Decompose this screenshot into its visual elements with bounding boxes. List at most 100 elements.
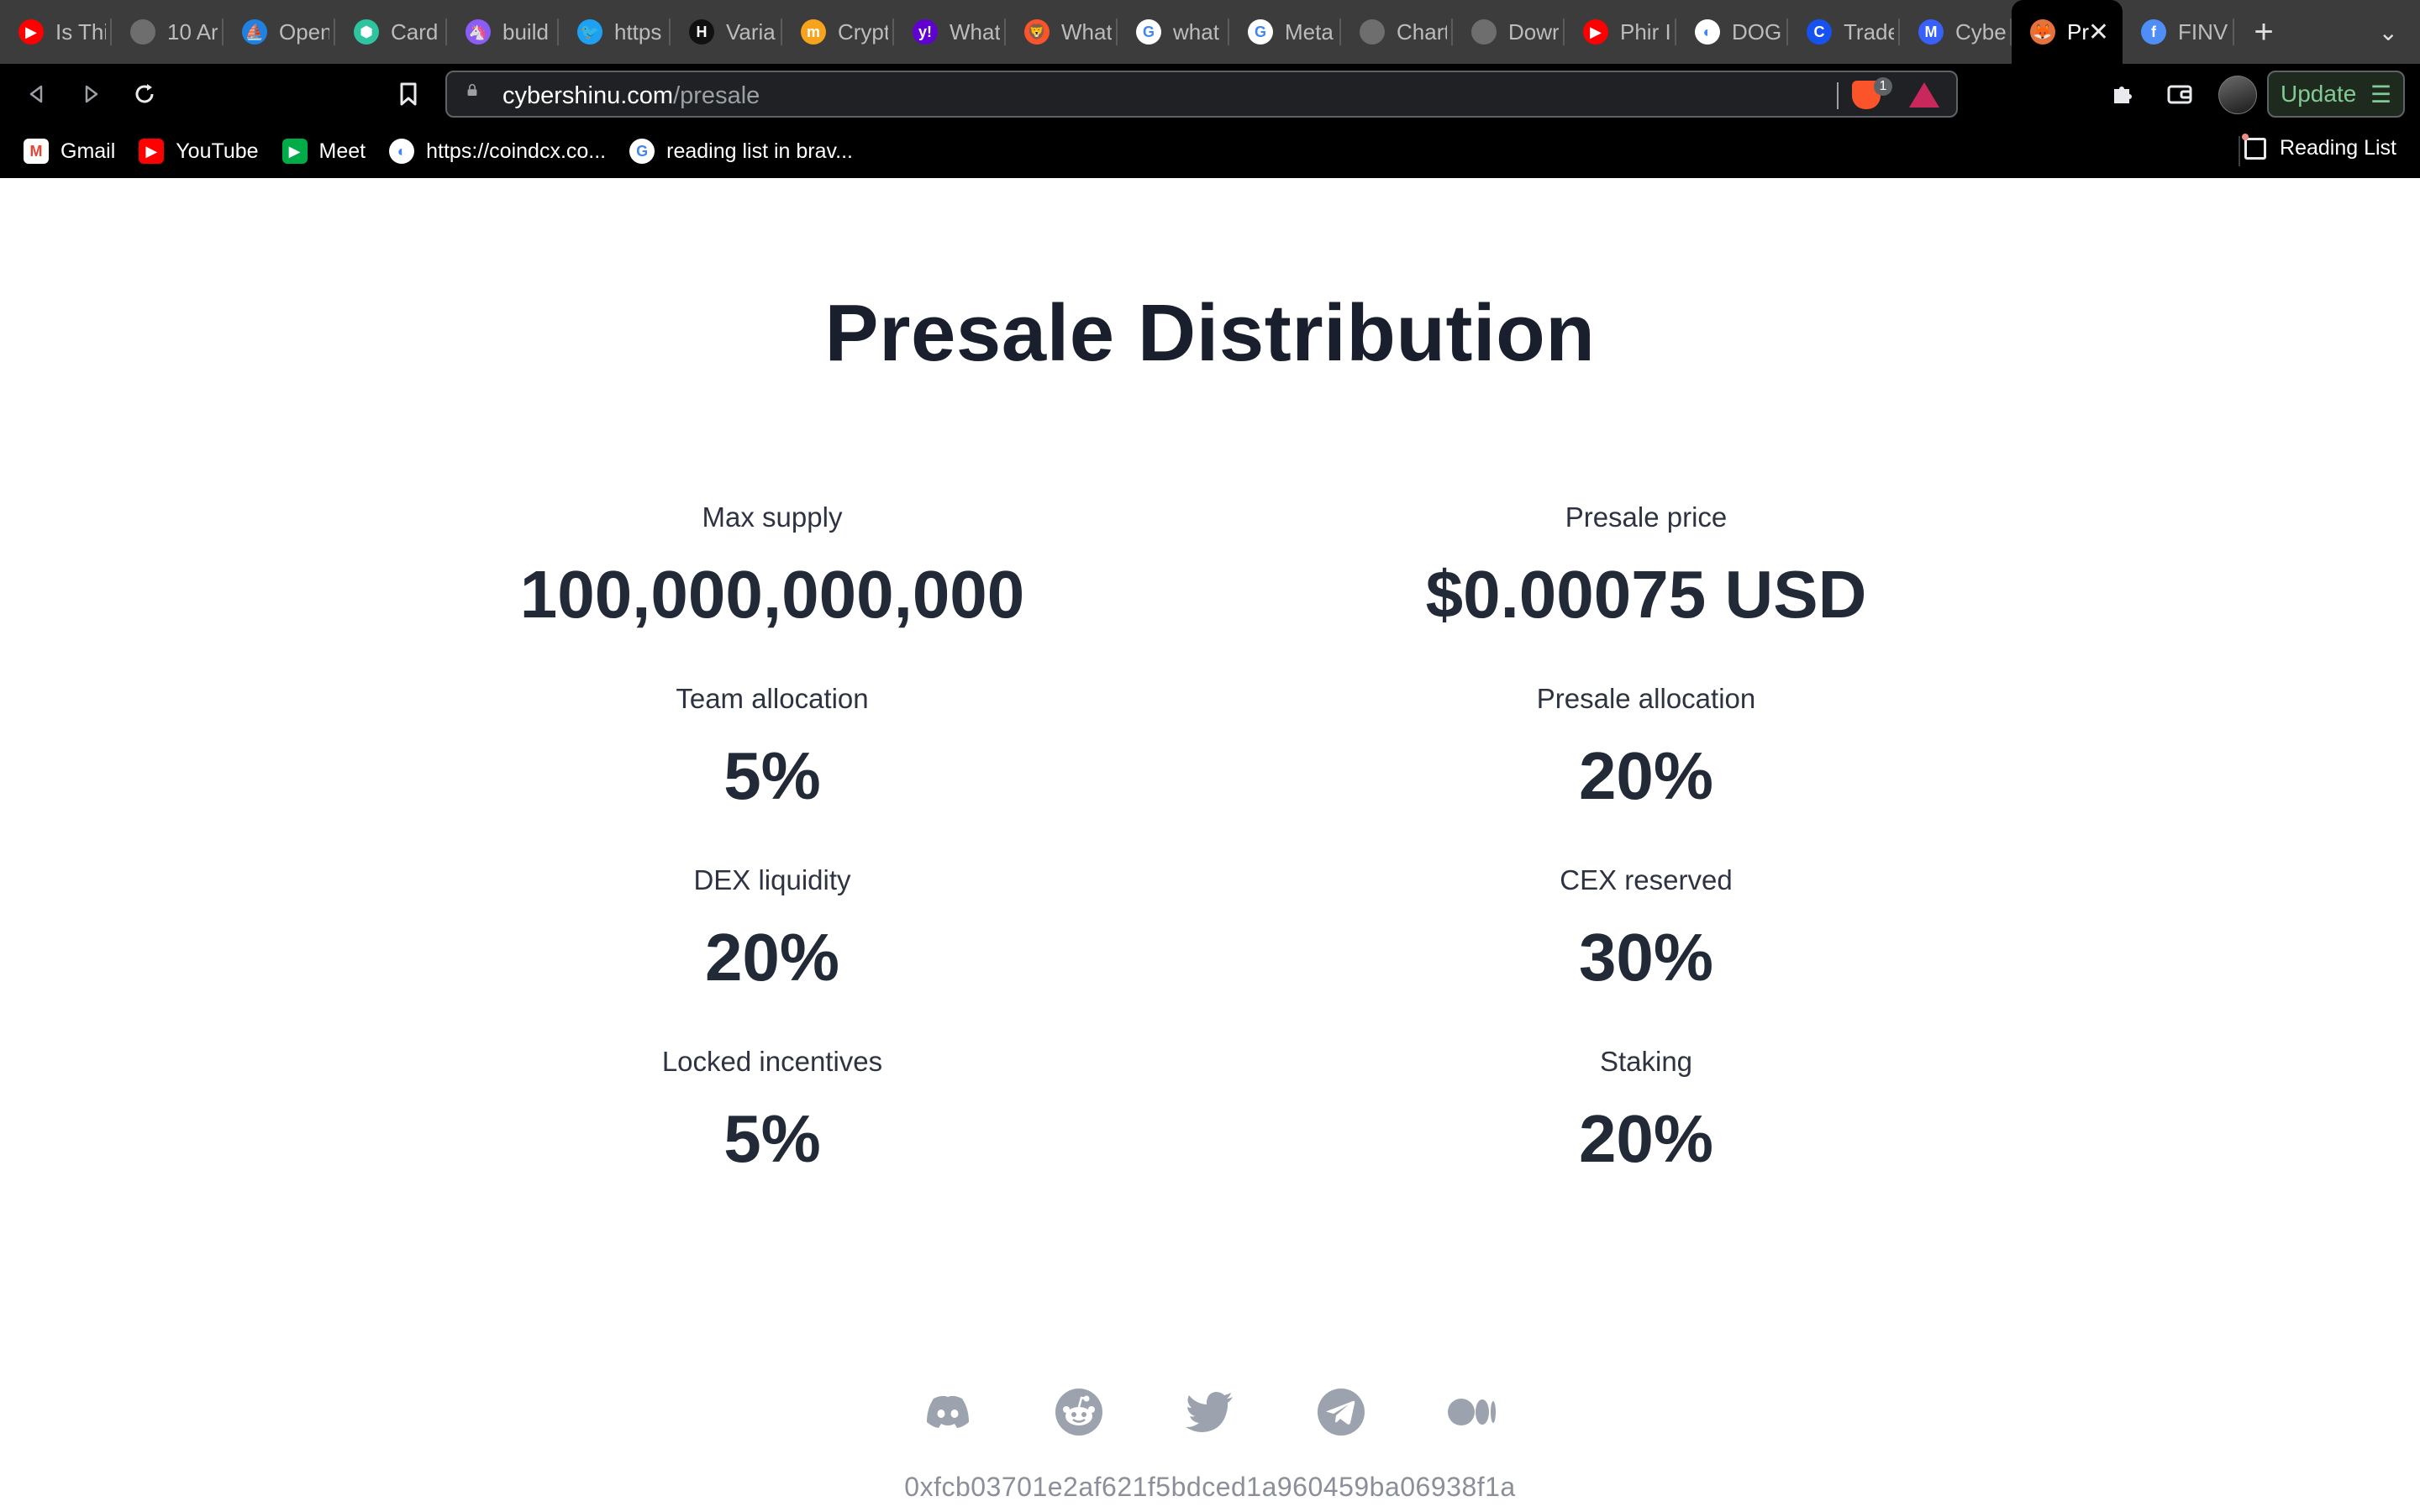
stat-label: Presale price	[1565, 501, 1728, 533]
tab-title: Crypt	[838, 18, 888, 45]
tab-title: Meta	[1285, 18, 1334, 45]
reload-button[interactable]	[126, 76, 163, 113]
bookmark-label: YouTube	[176, 139, 259, 163]
browser-tab[interactable]: C Trade	[1788, 0, 1900, 64]
bookmark-item[interactable]: M Gmail	[24, 139, 115, 164]
yahoo-icon: y!	[913, 19, 938, 45]
stat-item: Presale allocation 20%	[1226, 680, 2066, 811]
contract-address[interactable]: 0xfcb03701e2af621f5bdced1a960459ba06938f…	[0, 1472, 2420, 1503]
bookmark-item[interactable]: Greading list in brav...	[629, 139, 853, 164]
url-host: cybershinu.com	[502, 82, 674, 109]
telegram-link[interactable]	[1317, 1388, 1365, 1436]
coinmarketcap-icon: M	[1918, 19, 1944, 45]
google-icon: G	[1136, 19, 1161, 45]
tab-title: Phir I	[1620, 18, 1670, 45]
reddit-link[interactable]	[1055, 1388, 1103, 1436]
tab-title: https	[614, 18, 662, 45]
youtube-icon: ▶	[1583, 19, 1608, 45]
cardano-icon: ⬢	[354, 19, 379, 45]
bookmark-item[interactable]: ◐ https://coindcx.co...	[389, 139, 606, 164]
page-content: Presale Distribution Max supply 100,000,0…	[0, 178, 2420, 1512]
back-button[interactable]	[18, 76, 55, 113]
stat-item: DEX liquidity 20%	[352, 862, 1192, 993]
puzzle-icon	[2114, 87, 2132, 103]
browser-tab[interactable]: y! What	[894, 0, 1006, 64]
menu-icon: ☰	[2370, 81, 2391, 108]
browser-tab[interactable]: 🐦 https	[559, 0, 671, 64]
tab-title: Open	[279, 18, 329, 45]
brave-rewards-icon[interactable]	[1909, 82, 1939, 108]
tab-title: Chart	[1397, 18, 1447, 45]
reading-list-button[interactable]: Reading List	[2242, 133, 2396, 160]
browser-tab[interactable]: ⛵ Open	[224, 0, 335, 64]
telegram-icon	[1318, 1389, 1365, 1436]
browser-tab[interactable]: ▶ Is Thi	[0, 0, 112, 64]
discord-link[interactable]	[923, 1388, 972, 1436]
tab-title: build	[502, 18, 549, 45]
medium-link[interactable]	[1448, 1388, 1497, 1436]
stat-item: Presale price $0.00075 USD	[1226, 499, 2066, 630]
browser-toolbar: cybershinu.com/presale 1 Update ☰	[0, 64, 2420, 124]
stat-value: 5%	[723, 738, 821, 813]
tab-title: What	[1061, 18, 1112, 45]
twitter-icon: 🐦	[577, 19, 602, 45]
close-tab-icon[interactable]: ✕	[2088, 18, 2109, 47]
tab-title: Is Thi	[55, 18, 106, 45]
browser-tab[interactable]: Chart	[1341, 0, 1453, 64]
stat-value: 20%	[704, 920, 840, 995]
youtube-icon: ▶	[18, 19, 44, 45]
browser-tab[interactable]: ⬢ Card	[335, 0, 447, 64]
bookmark-item[interactable]: ▶ YouTube	[139, 139, 259, 164]
gmail-icon: M	[24, 139, 49, 164]
bookmark-label: Meet	[318, 139, 366, 163]
bookmark-icon	[400, 82, 417, 106]
browser-tab[interactable]: 10 Ar	[112, 0, 224, 64]
browser-tab[interactable]: m Crypt	[782, 0, 894, 64]
url-text[interactable]: cybershinu.com/presale	[502, 82, 760, 110]
browser-tab[interactable]: Dowr	[1453, 0, 1565, 64]
forward-arrow-icon	[85, 85, 98, 103]
coin-icon: m	[801, 19, 826, 45]
browser-tab[interactable]: 🦄 build	[447, 0, 559, 64]
discord-icon	[927, 1395, 969, 1428]
browser-tab[interactable]: M Cybe	[1900, 0, 2012, 64]
forward-button[interactable]	[72, 76, 109, 113]
update-button[interactable]: Update ☰	[2267, 71, 2405, 118]
twitter-link[interactable]	[1186, 1388, 1234, 1436]
reading-list-icon	[2242, 133, 2267, 160]
browser-tab[interactable]: Gwhat	[1118, 0, 1229, 64]
profile-avatar[interactable]	[2218, 76, 2257, 114]
bookmark-button[interactable]	[390, 76, 427, 113]
globe-icon	[130, 19, 155, 45]
browser-tab[interactable]: 🦁 What	[1006, 0, 1118, 64]
wallet-button[interactable]	[2163, 77, 2196, 111]
lock-icon	[467, 84, 477, 96]
browser-tab[interactable]: ◐ DOGE	[1676, 0, 1788, 64]
brave-icon: 🦁	[1024, 19, 1050, 45]
tab-title: Trade	[1844, 18, 1894, 45]
new-tab-button[interactable]: +	[2234, 0, 2293, 64]
browser-tab[interactable]: ▶ Phir I	[1565, 0, 1676, 64]
bookmark-label: reading list in brav...	[666, 139, 854, 163]
tab-active[interactable]: 🦊 Pr ✕	[2012, 0, 2123, 64]
bookmarks-bar: M Gmail ▶ YouTube ▶ Meet ◐ https://coindcx.co..…	[0, 124, 2420, 178]
browser-tab[interactable]: f FINV	[2123, 0, 2234, 64]
notification-dot	[2242, 133, 2249, 140]
update-label: Update	[2281, 81, 2357, 107]
bookmark-item[interactable]: ▶ Meet	[281, 139, 366, 164]
address-bar[interactable]: cybershinu.com/presale 1	[445, 71, 1958, 118]
url-path: /presale	[673, 82, 760, 109]
stat-label: DEX liquidity	[693, 864, 851, 895]
stat-item: CEX reserved 30%	[1226, 862, 2066, 993]
browser-tab[interactable]: G Meta	[1229, 0, 1341, 64]
tab-search-chevron-icon[interactable]: ⌄	[2379, 18, 2398, 46]
stat-label: Max supply	[702, 501, 843, 533]
stat-item: Max supply 100,000,000,000	[352, 499, 1192, 630]
unicorn-icon: 🦄	[466, 19, 491, 45]
social-links	[0, 1388, 2420, 1436]
bookmark-label: Gmail	[60, 139, 116, 163]
bookmark-label: https://coindcx.co...	[426, 139, 607, 163]
google-icon: G	[629, 139, 655, 164]
browser-tab[interactable]: H Varia	[671, 0, 782, 64]
extensions-button[interactable]	[2106, 77, 2139, 111]
